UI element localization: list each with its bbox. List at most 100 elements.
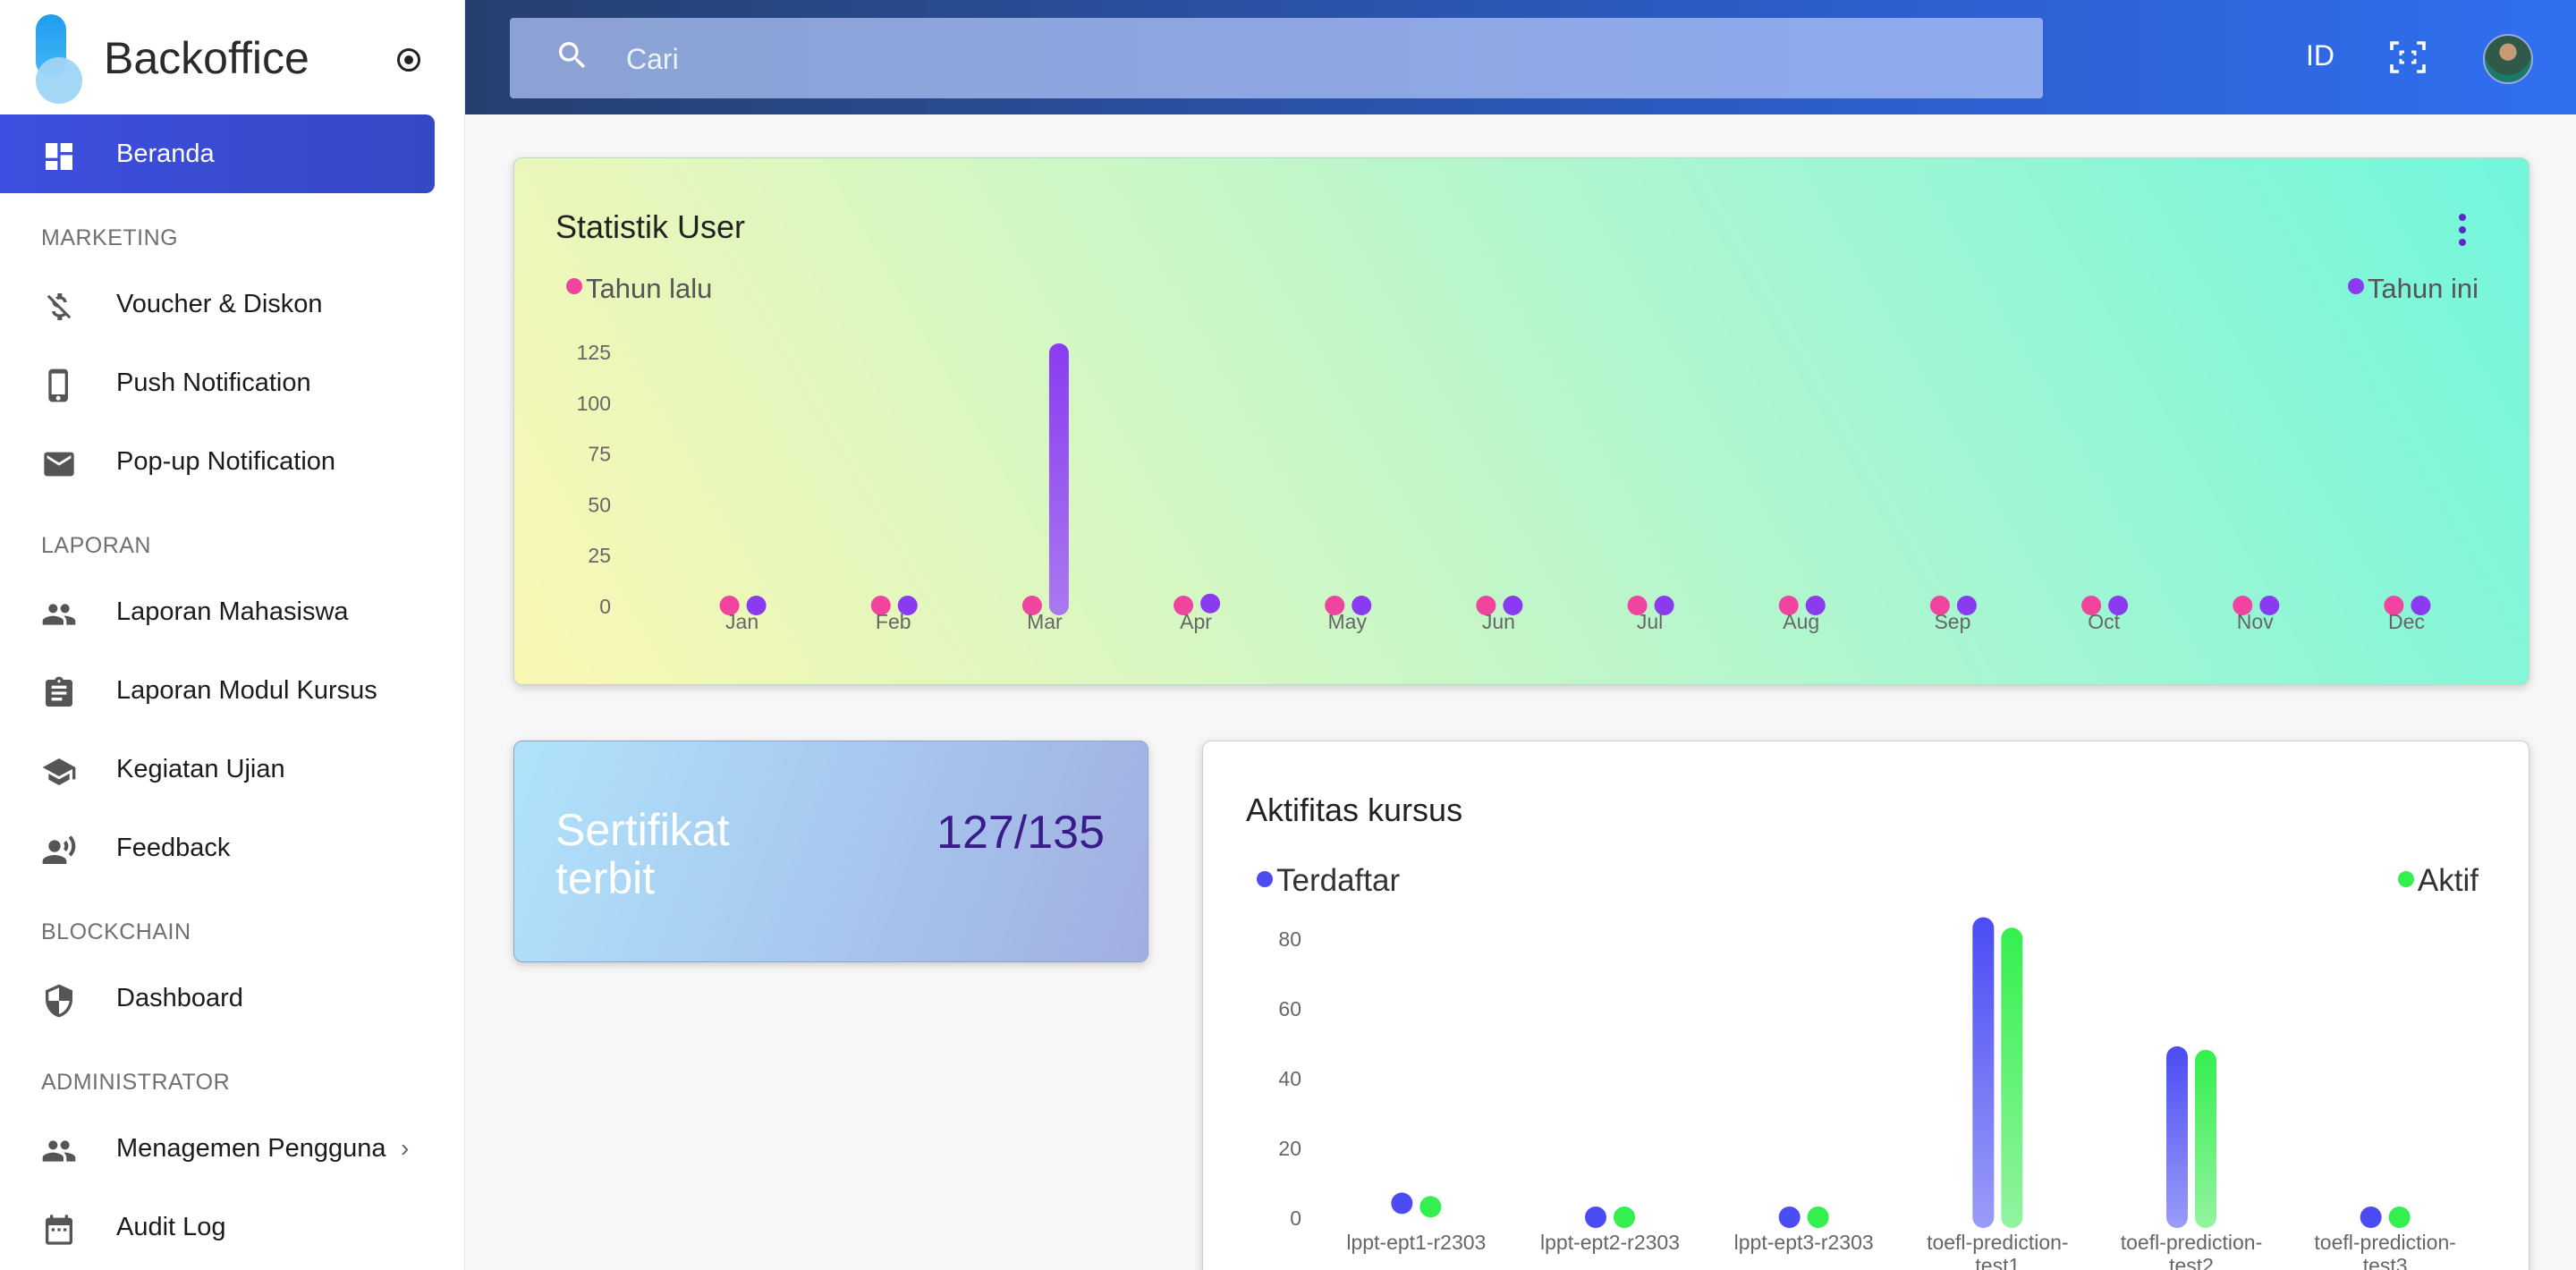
x-tick-label: toefl-prediction- bbox=[2121, 1231, 2263, 1254]
sidebar-item-label: Audit Log bbox=[116, 1212, 226, 1241]
x-tick-label: Aug bbox=[1783, 610, 1819, 633]
bar-tahun-ini bbox=[1048, 343, 1069, 615]
bar-aktif bbox=[2001, 927, 2023, 1228]
sidebar-item-label: Voucher & Diskon bbox=[116, 289, 323, 318]
dashboard-icon bbox=[46, 143, 72, 170]
smartphone-icon bbox=[48, 368, 68, 402]
y-tick-label: 20 bbox=[1278, 1137, 1301, 1160]
sidebar-item-voucher-diskon[interactable]: Voucher & Diskon bbox=[0, 265, 435, 343]
bar-aktif bbox=[1807, 1206, 1829, 1228]
section-heading-laporan: LAPORAN bbox=[41, 533, 151, 558]
sidebar-item-push-notification[interactable]: Push Notification bbox=[0, 343, 435, 422]
x-tick-label: Feb bbox=[876, 610, 911, 633]
sidebar-item-audit-log[interactable]: Audit Log bbox=[0, 1188, 435, 1266]
sidebar-item-kegiatan-ujian[interactable]: Kegiatan Ujian bbox=[0, 730, 435, 809]
search-placeholder: Cari bbox=[626, 43, 679, 75]
sidebar-item-laporan-mahasiswa[interactable]: Laporan Mahasiswa bbox=[0, 572, 435, 651]
certificate-value: 127/135 bbox=[936, 807, 1105, 859]
x-tick-label: toefl-prediction- bbox=[2314, 1231, 2456, 1254]
bar-aktif bbox=[2388, 1206, 2411, 1228]
y-tick-label: 125 bbox=[577, 341, 611, 364]
calendar-icon bbox=[46, 1215, 72, 1245]
x-tick-label: Jul bbox=[1637, 610, 1663, 633]
mail-icon bbox=[44, 452, 74, 477]
shield-icon bbox=[46, 984, 72, 1018]
sidebar-toggle-button[interactable] bbox=[397, 48, 420, 72]
bar-aktif bbox=[2195, 1049, 2216, 1228]
language-switcher[interactable]: ID bbox=[2306, 39, 2334, 72]
people-icon bbox=[42, 604, 76, 625]
sidebar-item-label: Laporan Modul Kursus bbox=[116, 675, 377, 705]
graduation-cap-icon bbox=[42, 758, 76, 785]
sidebar-item-menagemen-pengguna[interactable]: Menagemen Pengguna › bbox=[0, 1109, 435, 1188]
search-icon bbox=[559, 42, 586, 69]
section-heading-marketing: MARKETING bbox=[41, 225, 179, 250]
sidebar-item-label: Kegiatan Ujian bbox=[116, 754, 285, 783]
y-tick-label: 75 bbox=[588, 443, 611, 466]
x-tick-label: test2 bbox=[2169, 1254, 2214, 1270]
x-tick-label: Mar bbox=[1027, 610, 1063, 633]
x-tick-label: May bbox=[1328, 610, 1368, 633]
search-input[interactable]: Cari bbox=[510, 18, 2043, 98]
sidebar-item-label: Feedback bbox=[116, 833, 231, 862]
clipboard-icon bbox=[46, 676, 72, 707]
x-tick-label: Nov bbox=[2237, 610, 2274, 633]
y-tick-label: 80 bbox=[1278, 927, 1301, 951]
sidebar-item-label: Laporan Mahasiswa bbox=[116, 597, 349, 626]
y-tick-label: 40 bbox=[1278, 1067, 1301, 1090]
certificate-card: Sertifikat terbit 127/135 bbox=[513, 741, 1148, 962]
y-tick-label: 60 bbox=[1278, 997, 1301, 1020]
x-tick-label: Oct bbox=[2088, 610, 2120, 633]
sidebar-item-label: Beranda bbox=[116, 139, 215, 168]
bar-terdaftar bbox=[1585, 1206, 1606, 1228]
user-statistics-card: Statistik User Tahun lalu Tahun ini 0 25 5… bbox=[513, 157, 2529, 685]
bar-terdaftar bbox=[2166, 1046, 2188, 1228]
bar-terdaftar bbox=[1972, 917, 1995, 1228]
x-tick-label: test3 bbox=[2363, 1254, 2408, 1270]
sidebar-item-label: Menagemen Pengguna bbox=[116, 1133, 386, 1163]
people-icon bbox=[42, 1140, 76, 1162]
sidebar-item-beranda[interactable]: Beranda bbox=[0, 114, 435, 193]
y-tick-label: 50 bbox=[588, 493, 611, 516]
sidebar-item-dashboard[interactable]: Dashboard bbox=[0, 959, 435, 1037]
fullscreen-icon[interactable] bbox=[2386, 36, 2429, 79]
bar-terdaftar bbox=[1391, 1192, 1413, 1215]
bar-terdaftar bbox=[2360, 1206, 2382, 1228]
brand: Backoffice bbox=[36, 14, 447, 104]
sidebar: Backoffice Beranda MARKETING Voucher & D… bbox=[0, 0, 465, 1270]
chevron-right-icon: › bbox=[401, 1134, 410, 1162]
y-tick-label: 25 bbox=[588, 544, 611, 567]
x-tick-label: test1 bbox=[1975, 1254, 2020, 1270]
money-off-icon bbox=[47, 293, 72, 320]
course-activity-chart: 0 20 40 60 80 lppt-ept1-r2303 lppt-ept2-r2303 l… bbox=[1278, 917, 2456, 1270]
record-voice-icon bbox=[42, 835, 76, 864]
avatar[interactable] bbox=[2483, 34, 2533, 84]
app-title: Backoffice bbox=[104, 33, 309, 83]
sidebar-item-feedback[interactable]: Feedback bbox=[0, 809, 435, 887]
top-bar: Cari ID bbox=[465, 0, 2576, 114]
bar-aktif bbox=[1419, 1196, 1442, 1218]
bar-terdaftar bbox=[1778, 1206, 1801, 1228]
x-tick-label: lppt-ept3-r2303 bbox=[1734, 1231, 1874, 1254]
x-tick-label: lppt-ept1-r2303 bbox=[1346, 1231, 1486, 1254]
sidebar-item-popup-notification[interactable]: Pop-up Notification bbox=[0, 422, 435, 501]
x-tick-label: Jun bbox=[1482, 610, 1515, 633]
section-heading-blockchain: BLOCKCHAIN bbox=[41, 919, 191, 944]
bar-aktif bbox=[1614, 1206, 1635, 1228]
certificate-label: Sertifikat terbit bbox=[555, 805, 730, 903]
x-tick-label: Jan bbox=[725, 610, 758, 633]
logo-icon bbox=[36, 14, 82, 104]
x-tick-label: Sep bbox=[1934, 610, 1970, 633]
x-tick-label: toefl-prediction- bbox=[1927, 1231, 2069, 1254]
x-tick-label: Dec bbox=[2388, 610, 2425, 633]
sidebar-item-laporan-modul-kursus[interactable]: Laporan Modul Kursus bbox=[0, 651, 435, 730]
sidebar-item-label: Dashboard bbox=[116, 983, 243, 1012]
y-tick-label: 100 bbox=[577, 392, 611, 415]
course-activity-card: Aktifitas kursus Terdaftar Aktif 0 20 40 60… bbox=[1202, 741, 2529, 1270]
x-tick-label: lppt-ept2-r2303 bbox=[1540, 1231, 1680, 1254]
sidebar-item-label: Pop-up Notification bbox=[116, 446, 336, 476]
y-tick-label: 0 bbox=[1290, 1206, 1301, 1230]
section-heading-administrator: ADMINISTRATOR bbox=[41, 1070, 231, 1095]
sidebar-item-label: Push Notification bbox=[116, 368, 311, 397]
user-statistics-chart: 0 25 50 75 100 125 Jan Feb Mar Apr May Jun Jul Aug Sep… bbox=[577, 341, 2431, 633]
